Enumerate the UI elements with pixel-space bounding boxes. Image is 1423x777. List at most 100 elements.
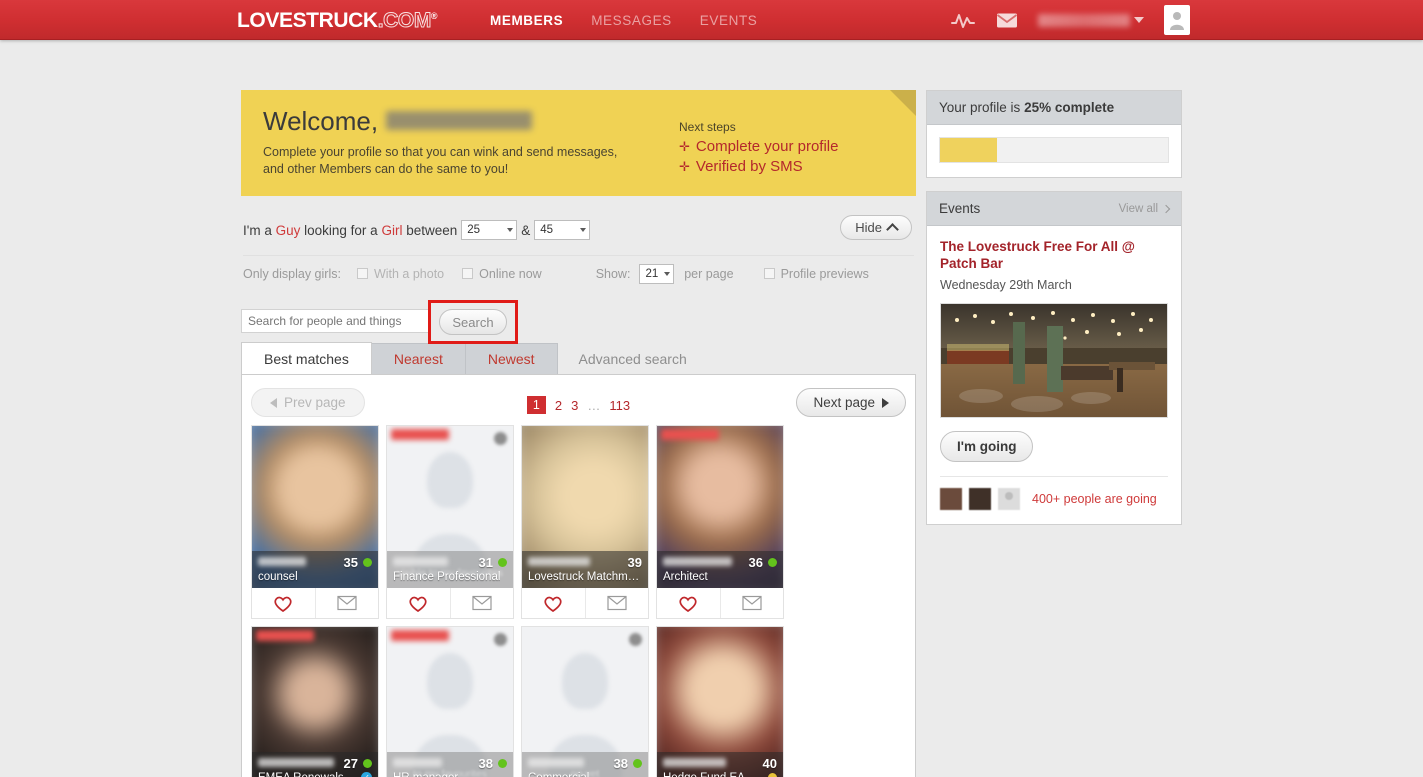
profile-photo[interactable]: visible to my favourites 31 Finance Profes… [387,426,513,588]
profile-card-info: 36 Architect [657,551,783,588]
pref-gender-target[interactable]: Girl [381,223,402,238]
checkbox-profile-previews[interactable]: Profile previews [763,267,869,281]
activity-icon[interactable] [950,10,976,30]
checkbox-online-now[interactable]: Online now [462,267,542,281]
going-count-label[interactable]: 400+ people are going [1032,492,1157,506]
mail-icon[interactable] [994,10,1020,30]
tab-best-matches[interactable]: Best matches [241,342,372,374]
attendee-avatar[interactable] [969,488,991,510]
results-tabs: Best matches Nearest Newest Advanced sea… [241,342,916,375]
next-step-complete-profile-link[interactable]: Complete your profile [696,138,839,155]
verified-badge-icon: ✓ [361,772,372,777]
online-status-icon [498,758,507,768]
profile-progress-wrap [927,125,1181,177]
envelope-icon [607,595,627,611]
wink-button[interactable] [522,588,585,618]
age-min-select[interactable]: 25 [461,220,518,240]
profile-card[interactable]: 36 Architect [656,425,784,619]
site-logo[interactable]: LOVESTRUCK.COM® [237,9,438,33]
heart-icon [544,596,562,612]
attendee-avatar[interactable] [998,488,1020,510]
profile-photo[interactable]: 40 Hedge Fund EA [657,627,783,777]
main-column: Welcome, Complete your profile so that y… [241,90,916,777]
age-min-value: 25 [467,224,481,236]
tab-newest[interactable]: Newest [464,343,558,374]
pref-gender-self[interactable]: Guy [276,223,301,238]
wink-button[interactable] [252,588,315,618]
profile-age: 38 [613,755,628,771]
profile-name-row: 31 [393,554,507,570]
next-step-verified-sms[interactable]: ✛ Verified by SMS [679,158,894,175]
profile-occupation-row: Commercial [528,771,642,777]
page-number-3[interactable]: 3 [571,398,578,413]
wink-button[interactable] [657,588,720,618]
nav-item-members[interactable]: MEMBERS [490,13,563,28]
profile-photo[interactable]: 36 Architect [657,426,783,588]
message-button[interactable] [584,588,649,618]
profile-occupation: Hedge Fund EA [663,772,745,777]
message-button[interactable] [719,588,784,618]
tab-nearest[interactable]: Nearest [370,343,466,374]
checkbox-with-a-photo[interactable]: With a photo [356,267,444,281]
profile-age: 36 [748,554,763,570]
pref-prefix: I'm a [243,222,272,238]
tab-advanced-search[interactable]: Advanced search [557,343,709,374]
search-button[interactable]: Search [439,309,507,335]
profile-completeness-prefix: Your profile is [939,100,1021,115]
profile-age: 27 [343,755,358,771]
per-page-select[interactable]: 21 [639,264,675,284]
amp-label: & [521,222,531,238]
checkbox-box [763,268,775,279]
profile-occupation: counsel [258,571,298,583]
message-button[interactable] [314,588,379,618]
next-page-button[interactable]: Next page [796,388,906,417]
profile-photo[interactable]: 39 Lovestruck Matchm… [522,426,648,588]
age-max-select[interactable]: 45 [534,220,591,240]
profile-photo[interactable]: no yet38Commercial [522,627,648,777]
page-number-2[interactable]: 2 [555,398,562,413]
event-title-link[interactable]: The Lovestruck Free For All @ Patch Bar [940,238,1168,272]
profile-card[interactable]: no yet38Commercial [521,626,649,777]
wink-button[interactable] [387,588,450,618]
profile-completeness-text: Your profile is 25% complete [939,100,1114,115]
hide-filters-button[interactable]: Hide [840,215,912,240]
next-step-complete-profile[interactable]: ✛ Complete your profile [679,138,894,155]
profile-name-redacted [393,557,448,566]
checkbox-profile-previews-label: Profile previews [780,267,869,281]
profile-photo[interactable]: to my favourites38HR manager [387,627,513,777]
events-view-all-button[interactable]: View all [1118,202,1171,215]
im-going-button[interactable]: I'm going [940,431,1034,462]
profile-card-actions [522,588,648,618]
message-button[interactable] [449,588,514,618]
profile-card[interactable]: 40 Hedge Fund EA [656,626,784,777]
page-number-last[interactable]: 113 [609,398,630,413]
events-view-all-label: View all [1118,202,1158,215]
event-venue-photo[interactable] [940,303,1168,418]
profile-card[interactable]: 27EMEA Renewals ✓ [251,626,379,777]
profile-photo[interactable]: 27EMEA Renewals ✓ [252,627,378,777]
user-menu[interactable] [1038,13,1144,27]
prev-page-button[interactable]: Prev page [251,388,365,417]
search-input[interactable] [241,309,431,333]
next-step-verified-sms-link[interactable]: Verified by SMS [696,158,803,175]
attendee-avatar[interactable] [940,488,962,510]
nav-item-events[interactable]: EVENTS [700,13,758,28]
only-display-label: Only display girls: [243,267,341,281]
profile-photo[interactable]: 35 counsel [252,426,378,588]
chevron-down-icon [580,228,587,232]
profile-card-info: 39 Lovestruck Matchm… [522,551,648,588]
event-date: Wednesday 29th March [940,278,1072,292]
pref-middle: looking for a [304,222,378,238]
nav-item-messages[interactable]: MESSAGES [591,13,672,28]
profile-age: 35 [343,554,358,570]
envelope-icon [337,595,357,611]
profile-card[interactable]: visible to my favourites 31 Finance Profes… [386,425,514,619]
page-numbers: 1 2 3 … 113 [526,396,630,414]
profile-card[interactable]: to my favourites38HR manager [386,626,514,777]
page-number-current[interactable]: 1 [526,396,546,414]
profile-occupation: EMEA Renewals [258,772,344,777]
profile-occupation: HR manager [393,772,458,777]
avatar[interactable] [1164,5,1190,35]
profile-card[interactable]: 35 counsel [251,425,379,619]
profile-card[interactable]: 39 Lovestruck Matchm… [521,425,649,619]
